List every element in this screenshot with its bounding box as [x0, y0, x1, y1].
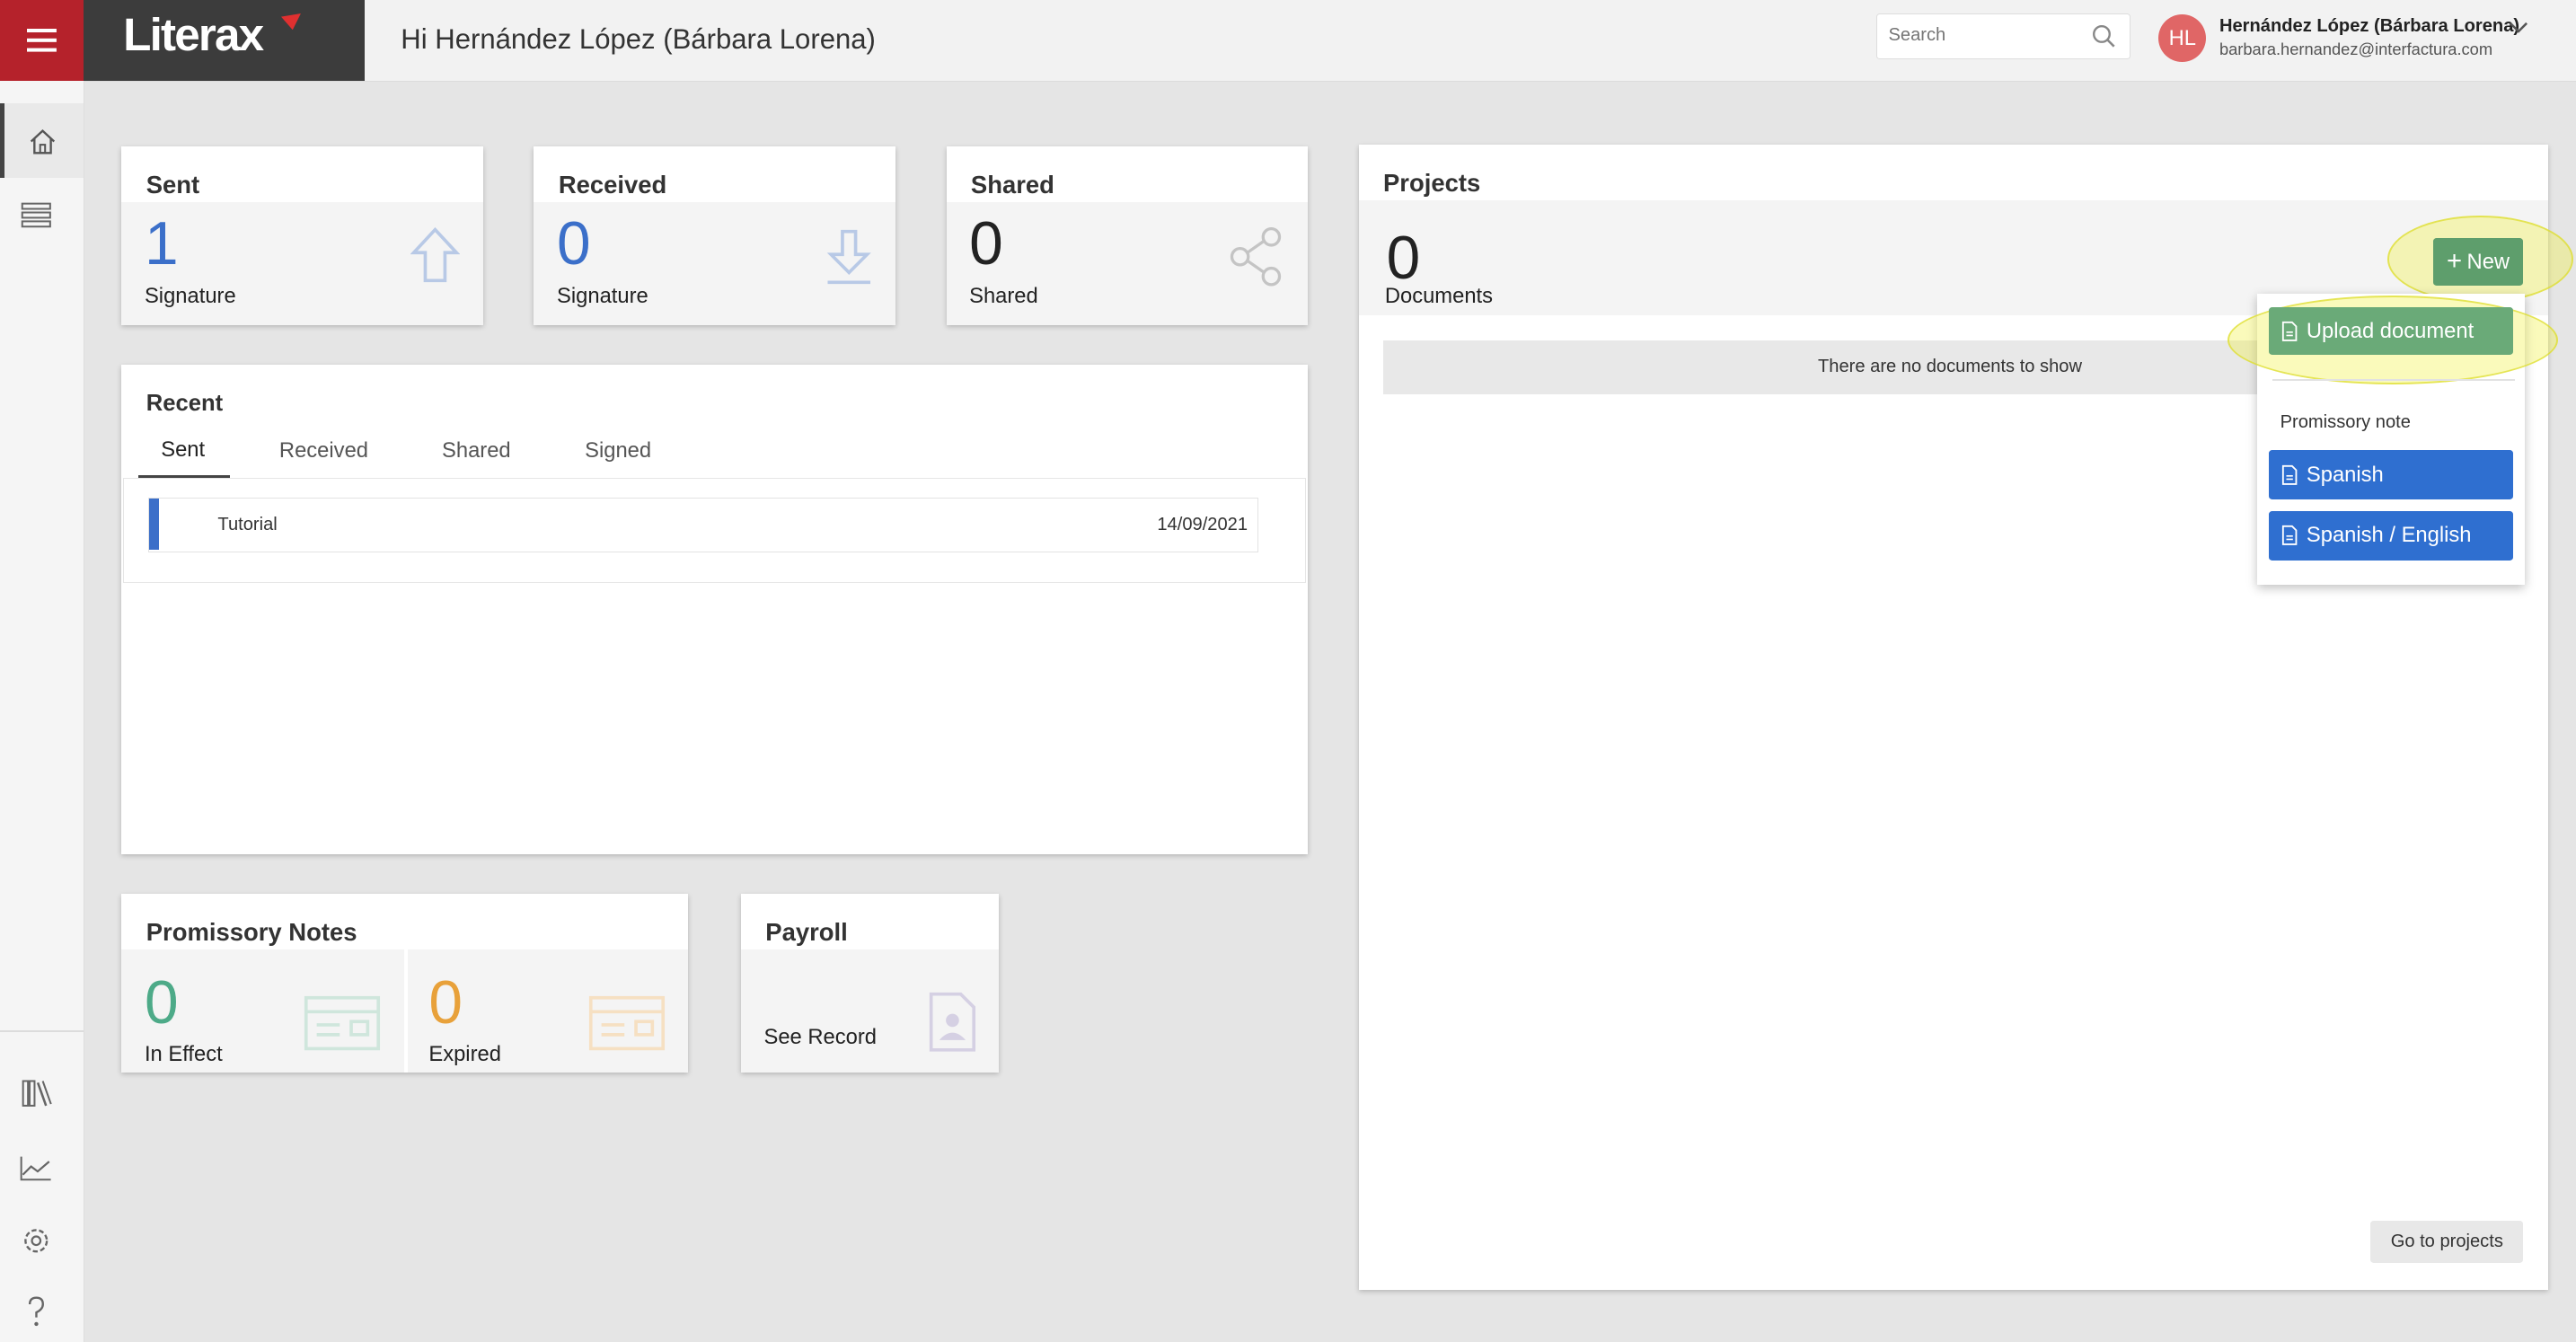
see-record-link[interactable]: See Record	[763, 1025, 877, 1050]
search-box[interactable]	[1875, 13, 2131, 59]
search-input[interactable]	[1876, 13, 2095, 57]
received-count: 0	[557, 209, 591, 278]
logo-flag-icon	[280, 13, 301, 30]
user-name[interactable]: Hernández López (Bárbara Lorena)	[2219, 16, 2519, 37]
logo-text: Literax	[123, 9, 264, 61]
list-icon[interactable]	[16, 196, 56, 235]
promissory-note-section-label: Promissory note	[2280, 412, 2411, 433]
help-icon[interactable]	[16, 1293, 56, 1332]
expired-count: 0	[428, 968, 463, 1037]
tab-sent[interactable]: Sent	[161, 437, 205, 463]
list-item[interactable]: Tutorial 14/09/2021	[147, 498, 1258, 552]
sent-label: Signature	[144, 284, 236, 309]
shared-label: Shared	[969, 284, 1038, 309]
home-icon[interactable]	[23, 121, 63, 161]
hamburger-menu-icon[interactable]	[0, 0, 84, 81]
sent-card[interactable]: Sent 1 Signature	[121, 146, 483, 326]
sent-count: 1	[144, 209, 179, 278]
payroll-title: Payroll	[765, 918, 848, 947]
row-date: 14/09/2021	[1157, 515, 1248, 535]
documents-label: Documents	[1384, 284, 1494, 309]
active-tab-indicator	[137, 474, 231, 479]
document-icon	[2282, 525, 2298, 546]
received-card-title: Received	[558, 171, 667, 199]
row-status-bar	[148, 499, 159, 550]
settings-icon[interactable]	[16, 1221, 56, 1260]
shared-card[interactable]: Shared 0 Shared	[946, 146, 1308, 326]
projects-title: Projects	[1383, 169, 1481, 198]
user-email: barbara.hernandez@interfactura.com	[2219, 39, 2493, 58]
payroll-card[interactable]: Payroll See Record	[740, 893, 1000, 1073]
shared-card-title: Shared	[970, 171, 1054, 199]
shared-count: 0	[969, 209, 1003, 278]
expired-panel[interactable]: 0 Expired	[407, 949, 689, 1073]
promissory-note-icon	[304, 996, 381, 1051]
expired-label: Expired	[428, 1041, 501, 1066]
spanish-english-option-label: Spanish / English	[2306, 523, 2472, 548]
spanish-english-option-button[interactable]: Spanish / English	[2268, 510, 2514, 561]
received-label: Signature	[557, 284, 648, 309]
sent-card-title: Sent	[146, 171, 200, 199]
in-effect-label: In Effect	[144, 1041, 223, 1066]
tab-signed[interactable]: Signed	[585, 438, 651, 464]
chart-icon[interactable]	[16, 1148, 56, 1187]
new-button-label: New	[2466, 249, 2510, 274]
share-icon	[1231, 226, 1282, 287]
greeting: Hi Hernández López (Bárbara Lorena)	[401, 22, 876, 55]
document-icon	[2282, 464, 2298, 485]
document-icon	[2282, 321, 2298, 341]
brand-logo[interactable]: Literax	[84, 0, 366, 81]
library-icon[interactable]	[18, 1073, 57, 1112]
sidebar-divider	[0, 1029, 84, 1032]
chevron-down-icon[interactable]	[2509, 22, 2528, 35]
tab-shared[interactable]: Shared	[442, 438, 511, 464]
promissory-title: Promissory Notes	[146, 918, 357, 947]
row-name: Tutorial	[217, 515, 278, 535]
received-card[interactable]: Received 0 Signature	[534, 146, 895, 326]
promissory-note-icon	[588, 996, 665, 1051]
upload-arrow-icon	[410, 227, 461, 283]
spanish-option-label: Spanish	[2306, 462, 2384, 487]
documents-count: 0	[1386, 225, 1421, 293]
promissory-notes-card: Promissory Notes 0 In Effect 0 Expired	[121, 893, 689, 1073]
dropdown-divider	[2272, 379, 2516, 382]
go-to-projects-button[interactable]: Go to projects	[2370, 1220, 2524, 1264]
upload-document-label: Upload document	[2306, 318, 2475, 343]
in-effect-count: 0	[144, 968, 179, 1037]
download-arrow-icon	[827, 230, 872, 285]
spanish-option-button[interactable]: Spanish	[2268, 450, 2514, 499]
new-project-button[interactable]: + New	[2432, 238, 2524, 287]
plus-icon: +	[2446, 246, 2463, 276]
search-icon[interactable]	[2092, 24, 2116, 49]
recent-title: Recent	[146, 391, 224, 417]
tab-received[interactable]: Received	[279, 438, 368, 464]
document-user-icon	[930, 992, 976, 1052]
upload-document-button[interactable]: Upload document	[2268, 307, 2514, 356]
in-effect-panel[interactable]: 0 In Effect	[121, 949, 404, 1073]
